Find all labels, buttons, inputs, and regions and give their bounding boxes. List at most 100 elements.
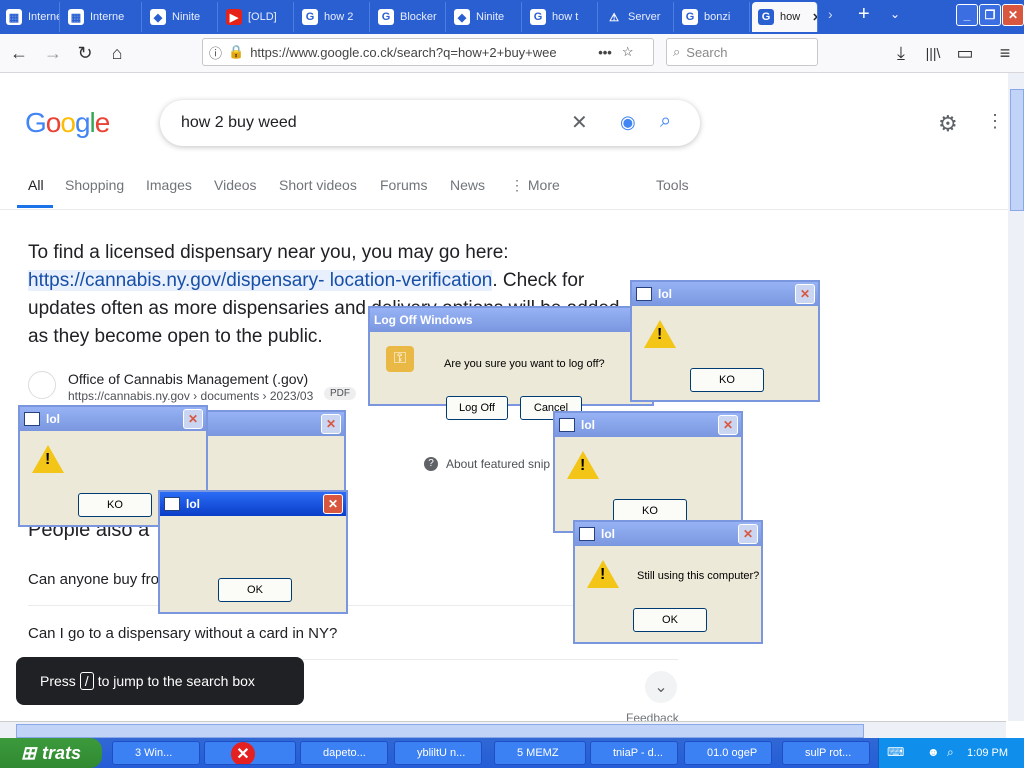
reload-icon[interactable]: ↻: [72, 40, 98, 66]
tab-forums[interactable]: Forums: [380, 177, 427, 193]
close-icon[interactable]: ✕: [718, 415, 738, 435]
tab-shopping[interactable]: Shopping: [65, 177, 124, 193]
close-icon[interactable]: ✕: [323, 494, 343, 514]
taskbar-item[interactable]: ✕: [204, 741, 296, 765]
taskbar-item[interactable]: sulP rot...: [782, 741, 870, 765]
taskbar-item[interactable]: ybliltU n...: [394, 741, 482, 765]
tab-short-videos[interactable]: Short videos: [279, 177, 357, 193]
lol-dialog: lol ✕ ! KO: [553, 411, 743, 533]
browser-tab[interactable]: Ghow 2: [296, 2, 370, 32]
browser-search-input[interactable]: ⌕ Search: [666, 38, 818, 66]
vertical-scrollbar[interactable]: [1008, 73, 1024, 721]
browser-tab-active[interactable]: Ghow✕: [752, 2, 818, 32]
info-icon[interactable]: ⓘ: [209, 43, 222, 62]
ko-button[interactable]: KO: [78, 493, 152, 517]
close-icon[interactable]: ✕: [183, 409, 203, 429]
taskbar-item[interactable]: 01.0 ogeP: [684, 741, 772, 765]
tab-news[interactable]: News: [450, 177, 485, 193]
google-icon: G: [758, 9, 774, 25]
google-search-box[interactable]: how 2 buy weed ✕ ◉ ⌕: [160, 100, 700, 146]
feedback-link[interactable]: Feedback: [626, 711, 679, 721]
back-icon[interactable]: ←: [6, 40, 32, 66]
sidebar-icon[interactable]: ▭: [952, 40, 978, 66]
tab-images[interactable]: Images: [146, 177, 192, 193]
dialog-titlebar[interactable]: lol ✕: [555, 413, 741, 437]
source-name[interactable]: Office of Cannabis Management (.gov): [68, 371, 308, 387]
question-item[interactable]: Can I go to a dispensary without a card …: [28, 625, 337, 642]
search-query-text[interactable]: how 2 buy weed: [181, 114, 297, 132]
browser-tab[interactable]: G Blocker: [372, 2, 446, 32]
downloads-icon[interactable]: ⤓: [888, 40, 914, 66]
clock[interactable]: 1:09 PM: [967, 747, 1008, 759]
source-url[interactable]: https://cannabis.ny.gov › documents › 20…: [68, 389, 313, 403]
tab-more[interactable]: ⋮ More: [510, 177, 560, 194]
ok-button[interactable]: OK: [218, 578, 292, 602]
question-item[interactable]: Can anyone buy fro: [28, 571, 159, 588]
browser-tab[interactable]: ◆ Ninite: [448, 2, 522, 32]
scroll-thumb[interactable]: [1010, 89, 1024, 211]
tools-button[interactable]: Tools: [656, 177, 689, 193]
ok-button[interactable]: OK: [633, 608, 707, 632]
browser-tab[interactable]: ▶ [OLD]: [220, 2, 294, 32]
search-icon[interactable]: ⌕: [660, 110, 671, 133]
page-actions-icon[interactable]: •••: [598, 45, 612, 60]
minimize-button[interactable]: _: [956, 4, 978, 26]
lens-icon[interactable]: ◉: [620, 112, 636, 133]
taskbar-item[interactable]: dapeto...: [300, 741, 388, 765]
menu-icon[interactable]: ≡: [992, 40, 1018, 66]
ko-button[interactable]: KO: [690, 368, 764, 392]
home-icon[interactable]: ⌂: [104, 40, 130, 66]
settings-gear-icon[interactable]: ⚙: [938, 111, 958, 137]
apps-grid-icon[interactable]: ⋮⋮: [986, 111, 1008, 132]
logoff-dialog: Log Off Windows ⚿ Are you sure you want …: [368, 306, 654, 420]
url-text: https://www.google.co.ck/search?q=how+2+…: [250, 44, 557, 60]
new-tab-icon[interactable]: +: [858, 3, 870, 26]
google-doodle-logo[interactable]: Google: [25, 107, 110, 139]
navigation-toolbar: ← → ↻ ⌂ ⓘ 🔒 https://www.google.co.ck/sea…: [0, 34, 1024, 73]
clear-icon[interactable]: ✕: [571, 110, 588, 135]
window-close-button[interactable]: ✕: [1002, 4, 1024, 26]
bookmark-star-icon[interactable]: ☆: [622, 44, 634, 60]
browser-tab[interactable]: Ghow t: [524, 2, 598, 32]
source-favicon-icon: [28, 371, 56, 399]
browser-tab[interactable]: ⚠ Server: [600, 2, 674, 32]
list-tabs-icon[interactable]: ⌄: [890, 7, 900, 21]
scroll-thumb[interactable]: [16, 724, 864, 738]
forward-icon[interactable]: →: [40, 40, 66, 66]
taskbar-item[interactable]: tniaP - d...: [590, 741, 678, 765]
url-bar[interactable]: ⓘ 🔒 https://www.google.co.ck/search?q=ho…: [202, 38, 654, 66]
dialog-titlebar[interactable]: Log Off Windows: [370, 308, 652, 332]
dialog-titlebar[interactable]: lol ✕: [632, 282, 818, 306]
snippet-link[interactable]: https://cannabis.ny.gov/dispensary- loca…: [28, 270, 493, 291]
pdf-badge: PDF: [324, 387, 356, 400]
maximize-button[interactable]: ❐: [979, 4, 1001, 26]
dialog-titlebar[interactable]: lol ✕: [20, 407, 206, 431]
browser-tab[interactable]: ▦ Interne: [0, 2, 60, 32]
taskbar-item[interactable]: 5 MEMZ: [494, 741, 586, 765]
scroll-tabs-right-icon[interactable]: ›: [828, 6, 833, 22]
close-icon[interactable]: ✕: [795, 284, 815, 304]
close-icon[interactable]: ✕: [738, 524, 758, 544]
browser-tab[interactable]: Gbonzi: [676, 2, 750, 32]
tab-all[interactable]: All: [28, 177, 44, 193]
close-tab-icon[interactable]: ✕: [812, 11, 817, 24]
library-icon[interactable]: |||\: [920, 40, 946, 66]
start-button[interactable]: ⊞ trats: [0, 738, 102, 768]
about-featured-snippets[interactable]: ? About featured snip: [424, 457, 550, 471]
active-tab-indicator: [17, 205, 53, 208]
close-icon[interactable]: ✕: [321, 414, 341, 434]
logoff-button[interactable]: Log Off: [446, 396, 508, 420]
keyboard-icon[interactable]: ⌨: [887, 745, 904, 759]
expand-chevron-icon[interactable]: ⌄: [645, 671, 677, 703]
tab-videos[interactable]: Videos: [214, 177, 257, 193]
browser-tab[interactable]: ▦ Interne: [62, 2, 142, 32]
search-icon[interactable]: ⌕: [947, 745, 954, 760]
browser-tab[interactable]: ◆ Ninite: [144, 2, 218, 32]
horizontal-scrollbar[interactable]: [0, 721, 1006, 739]
dialog-titlebar[interactable]: ✕: [202, 412, 344, 436]
dialog-titlebar[interactable]: lol ✕: [575, 522, 761, 546]
dialog-titlebar[interactable]: lol ✕: [160, 492, 346, 516]
taskbar-item[interactable]: 3 Win...: [112, 741, 200, 765]
google-icon: G: [378, 9, 394, 25]
bonzi-icon[interactable]: ☻: [927, 745, 940, 759]
